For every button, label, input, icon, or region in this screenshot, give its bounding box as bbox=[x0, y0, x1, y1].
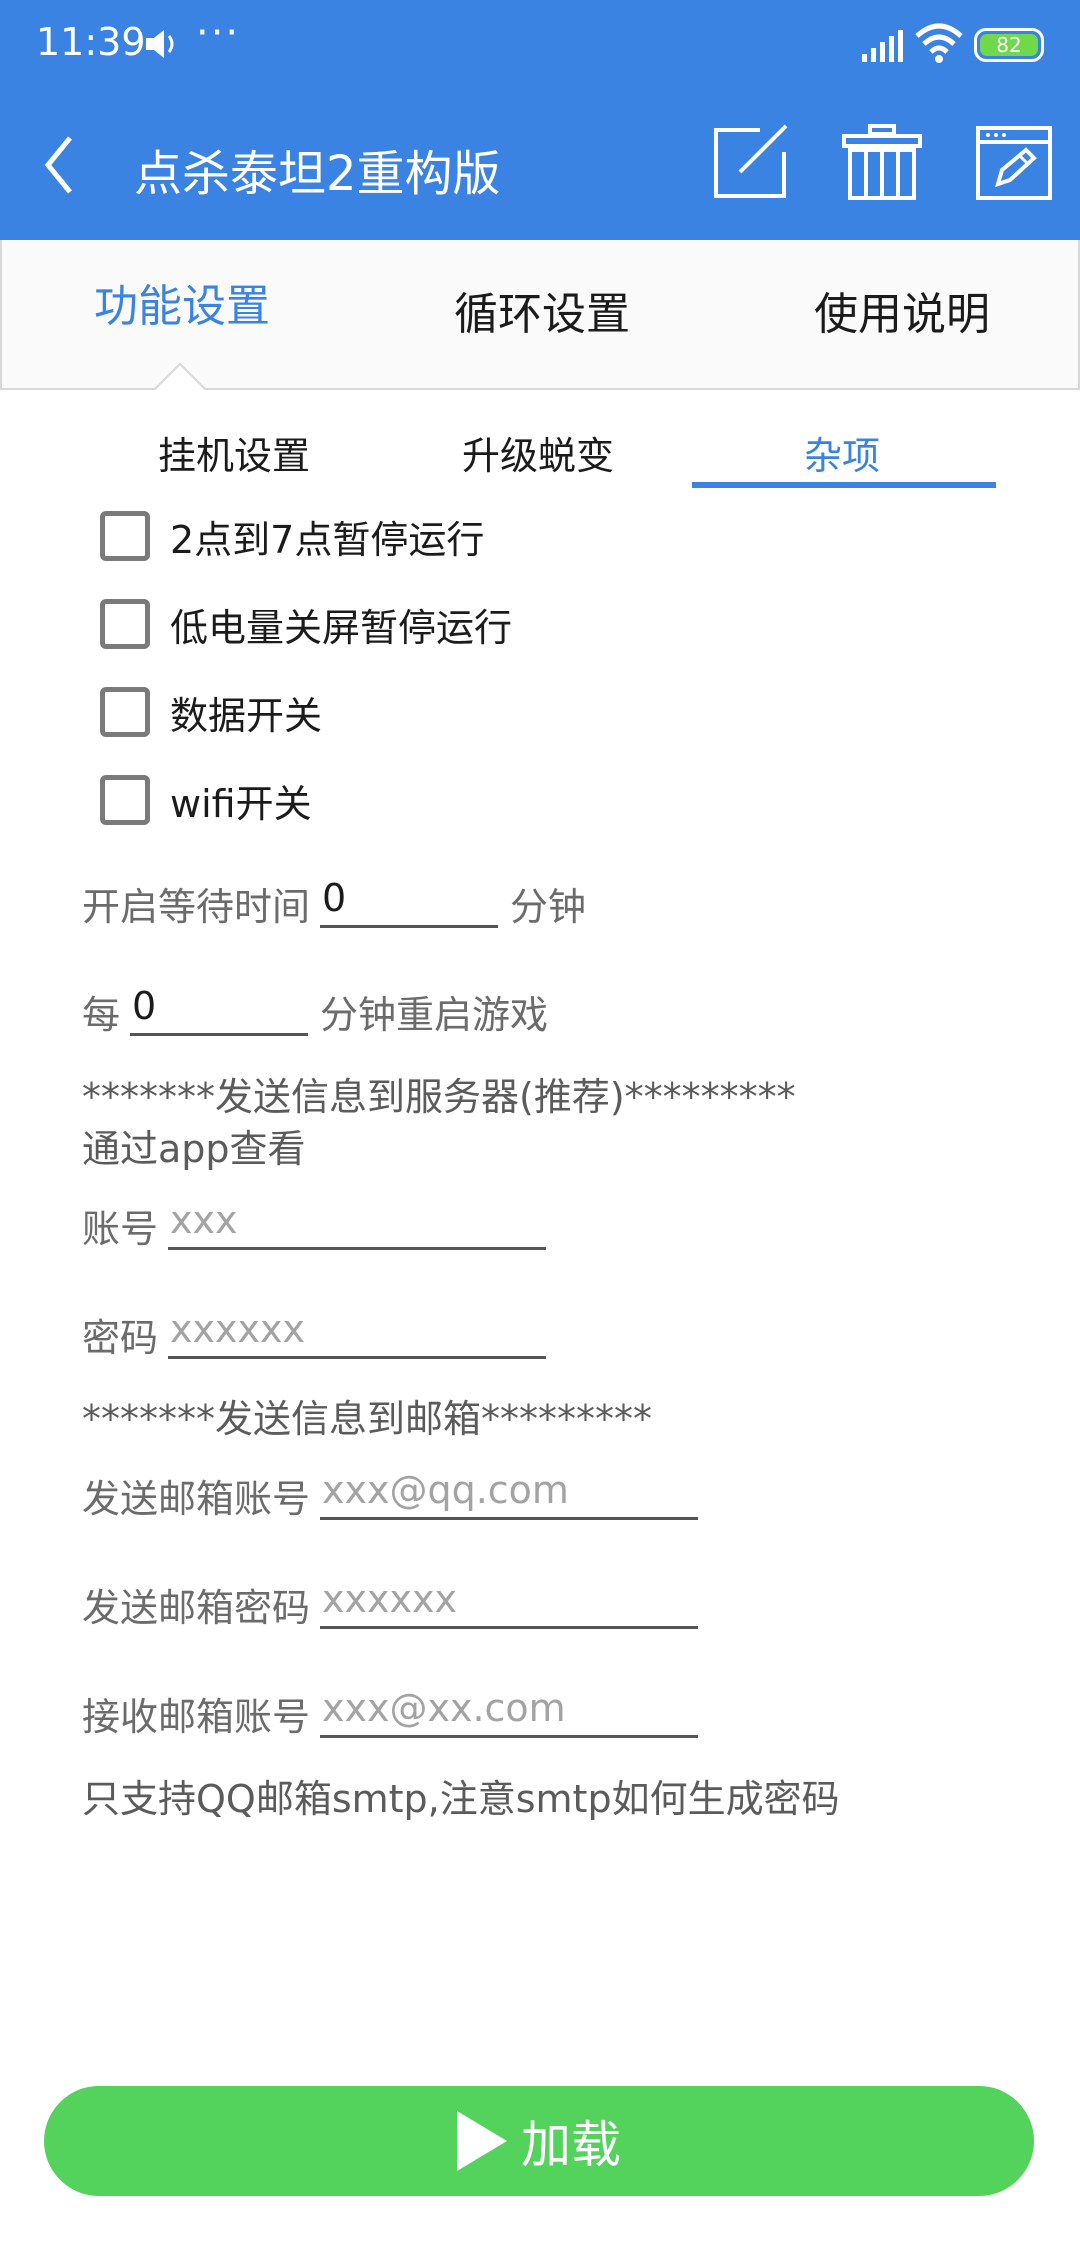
checkbox-row-data[interactable]: 数据开关 bbox=[100, 682, 322, 742]
app-bar: 点杀泰坦2重构版 bbox=[0, 90, 1080, 240]
checkbox-label: wifi开关 bbox=[170, 781, 312, 826]
send-account-label: 发送邮箱账号 bbox=[82, 1477, 311, 1521]
recv-account-input[interactable]: xxx@xx.com bbox=[320, 1678, 698, 1738]
wait-time-unit: 分钟 bbox=[510, 885, 587, 929]
checkbox[interactable] bbox=[100, 599, 150, 649]
recv-account-label: 接收邮箱账号 bbox=[82, 1695, 311, 1739]
server-section-subheader: 通过app查看 bbox=[82, 1127, 306, 1171]
checkbox[interactable] bbox=[100, 687, 150, 737]
checkbox-label: 2点到7点暂停运行 bbox=[170, 517, 485, 562]
status-bar: 11:39 ··· 82 bbox=[0, 0, 1080, 90]
tab-loop-settings[interactable]: 循环设置 bbox=[362, 240, 722, 388]
status-time: 11:39 bbox=[36, 20, 146, 64]
mail-section-header: *******发送信息到邮箱********* bbox=[82, 1397, 653, 1441]
smtp-note: 只支持QQ邮箱smtp,注意smtp如何生成密码 bbox=[82, 1777, 840, 1821]
restart-interval-input[interactable]: 0 bbox=[130, 976, 308, 1036]
password-label: 密码 bbox=[82, 1316, 159, 1360]
new-file-icon[interactable] bbox=[710, 122, 790, 202]
restart-unit: 分钟重启游戏 bbox=[320, 993, 549, 1037]
restart-label: 每 bbox=[82, 993, 121, 1037]
battery-icon: 82 bbox=[974, 28, 1044, 62]
checkbox-row-pause-2-7[interactable]: 2点到7点暂停运行 bbox=[100, 506, 484, 566]
wifi-icon bbox=[915, 23, 963, 63]
wait-time-input[interactable]: 0 bbox=[320, 868, 498, 928]
send-password-label: 发送邮箱密码 bbox=[82, 1586, 311, 1630]
subtab-indicator bbox=[692, 482, 996, 488]
account-label: 账号 bbox=[82, 1207, 159, 1251]
server-section-header: *******发送信息到服务器(推荐)********* bbox=[82, 1075, 796, 1119]
page-title: 点杀泰坦2重构版 bbox=[134, 146, 501, 202]
send-account-input[interactable]: xxx@qq.com bbox=[320, 1460, 698, 1520]
password-input[interactable]: xxxxxx bbox=[168, 1299, 546, 1359]
checkbox[interactable] bbox=[100, 511, 150, 561]
subtab-upgrade[interactable]: 升级蜕变 bbox=[386, 420, 690, 492]
send-password-input[interactable]: xxxxxx bbox=[320, 1569, 698, 1629]
checkbox[interactable] bbox=[100, 775, 150, 825]
top-tab-bar: 功能设置 循环设置 使用说明 bbox=[0, 240, 1080, 390]
load-button[interactable]: 加载 bbox=[44, 2086, 1034, 2196]
play-icon bbox=[457, 2111, 507, 2171]
checkbox-label: 数据开关 bbox=[170, 693, 323, 738]
checkbox-label: 低电量关屏暂停运行 bbox=[170, 605, 513, 650]
edit-icon[interactable] bbox=[974, 122, 1054, 202]
account-input[interactable]: xxx bbox=[168, 1190, 546, 1250]
load-button-label: 加载 bbox=[521, 2116, 621, 2174]
speaker-icon bbox=[146, 30, 174, 58]
checkbox-row-low-battery[interactable]: 低电量关屏暂停运行 bbox=[100, 594, 512, 654]
battery-level: 82 bbox=[980, 34, 1038, 56]
subtab-idle-settings[interactable]: 挂机设置 bbox=[82, 420, 386, 492]
back-icon[interactable] bbox=[40, 132, 84, 198]
signal-icon bbox=[862, 30, 903, 62]
checkbox-row-wifi[interactable]: wifi开关 bbox=[100, 770, 312, 830]
tab-instructions[interactable]: 使用说明 bbox=[722, 240, 1080, 388]
more-notifications-icon: ··· bbox=[196, 10, 241, 56]
delete-icon[interactable] bbox=[842, 122, 922, 202]
wait-time-label: 开启等待时间 bbox=[82, 885, 311, 929]
